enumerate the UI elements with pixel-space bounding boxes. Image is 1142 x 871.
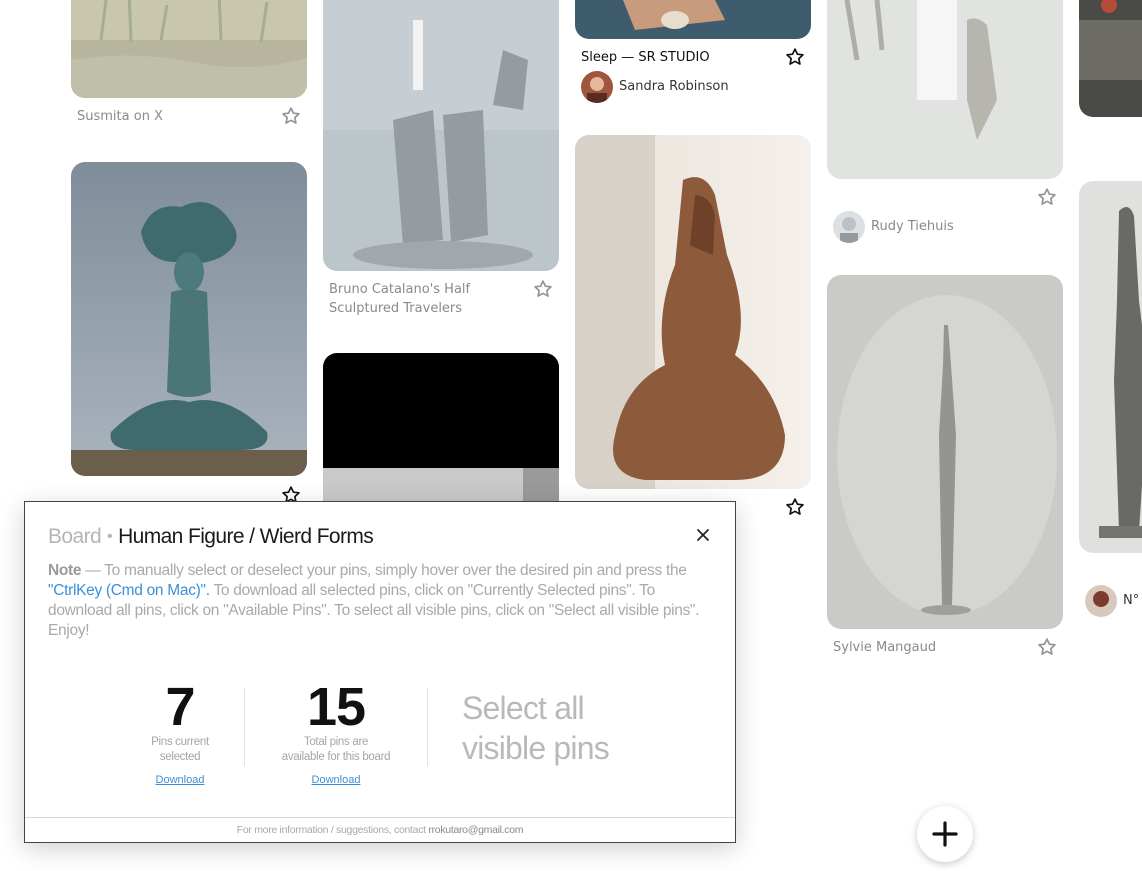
author-name[interactable]: Sandra Robinson xyxy=(619,78,729,96)
note-text: — To manually select or deselect your pi… xyxy=(81,562,687,579)
pin-title: Bruno Catalano's Half Sculptured Travele… xyxy=(329,282,471,316)
avatar[interactable] xyxy=(581,71,613,103)
author-name[interactable]: Rudy Tiehuis xyxy=(871,218,954,236)
pin-image-medusa-sculpture[interactable] xyxy=(71,162,307,476)
footer-divider xyxy=(25,817,735,818)
star-icon[interactable] xyxy=(1037,637,1057,657)
select-all-visible-button[interactable]: Select all visible pins xyxy=(462,688,610,768)
download-board-modal: Board • Human Figure / Wierd Forms Note — … xyxy=(24,501,736,843)
pin-image-travelers-sculpture[interactable] xyxy=(323,0,559,271)
divider xyxy=(244,688,245,766)
pin-image-bronze-figure[interactable] xyxy=(1079,181,1142,553)
total-count: 15 xyxy=(306,677,366,737)
pin-image-studio[interactable] xyxy=(1079,0,1142,117)
note-label: Note xyxy=(48,562,82,579)
star-icon[interactable] xyxy=(1037,187,1057,207)
avatar[interactable] xyxy=(833,211,865,243)
selected-label: selected xyxy=(159,751,201,763)
pin-image-hand[interactable] xyxy=(575,0,811,39)
add-button[interactable] xyxy=(917,806,973,862)
star-icon[interactable] xyxy=(785,497,805,517)
total-label: available for this board xyxy=(281,751,391,763)
pin-image-marsh[interactable] xyxy=(71,0,307,98)
total-pins-stat: 15 Total pins are available for this boa… xyxy=(261,679,411,788)
divider xyxy=(427,688,428,766)
pin-image-hanging-figures[interactable] xyxy=(827,0,1063,179)
board-label: Board xyxy=(48,525,102,548)
selected-label: Pins current xyxy=(151,736,209,748)
note-key-hint: "CtrlKey (Cmd on Mac)". xyxy=(48,582,210,599)
select-all-label: visible pins xyxy=(462,730,610,766)
selected-count: 7 xyxy=(165,677,195,737)
avatar[interactable] xyxy=(1085,585,1117,617)
modal-title: Board • Human Figure / Wierd Forms xyxy=(48,525,374,549)
star-icon[interactable] xyxy=(281,106,301,126)
title-separator: • xyxy=(107,528,113,545)
pin-title: Susmita on X xyxy=(77,109,163,124)
selected-pins-stat: 7 Pins current selected Download xyxy=(130,679,230,788)
pin-image-clay-figure[interactable] xyxy=(575,135,811,489)
plus-icon xyxy=(932,821,958,847)
pin-title: Sleep — SR STUDIO xyxy=(581,50,710,65)
pin-title: Sylvie Mangaud xyxy=(833,640,937,655)
board-name: Human Figure / Wierd Forms xyxy=(118,525,374,548)
star-icon[interactable] xyxy=(785,47,805,67)
footer-text: For more information / suggestions, cont… xyxy=(236,824,429,836)
star-icon[interactable] xyxy=(533,279,553,299)
pin-image-giacometti-figure[interactable] xyxy=(827,275,1063,629)
select-all-label: Select all xyxy=(462,690,585,726)
contact-email[interactable]: rrokutaro@gmail.com xyxy=(428,824,523,836)
modal-footer: For more information / suggestions, cont… xyxy=(25,824,735,836)
download-selected-link[interactable]: Download xyxy=(156,772,205,788)
download-all-link[interactable]: Download xyxy=(312,772,361,788)
total-label: Total pins are xyxy=(303,736,369,748)
author-name[interactable]: N° xyxy=(1123,592,1139,610)
close-icon[interactable] xyxy=(694,526,712,544)
instructions-note: Note — To manually select or deselect yo… xyxy=(48,561,714,641)
